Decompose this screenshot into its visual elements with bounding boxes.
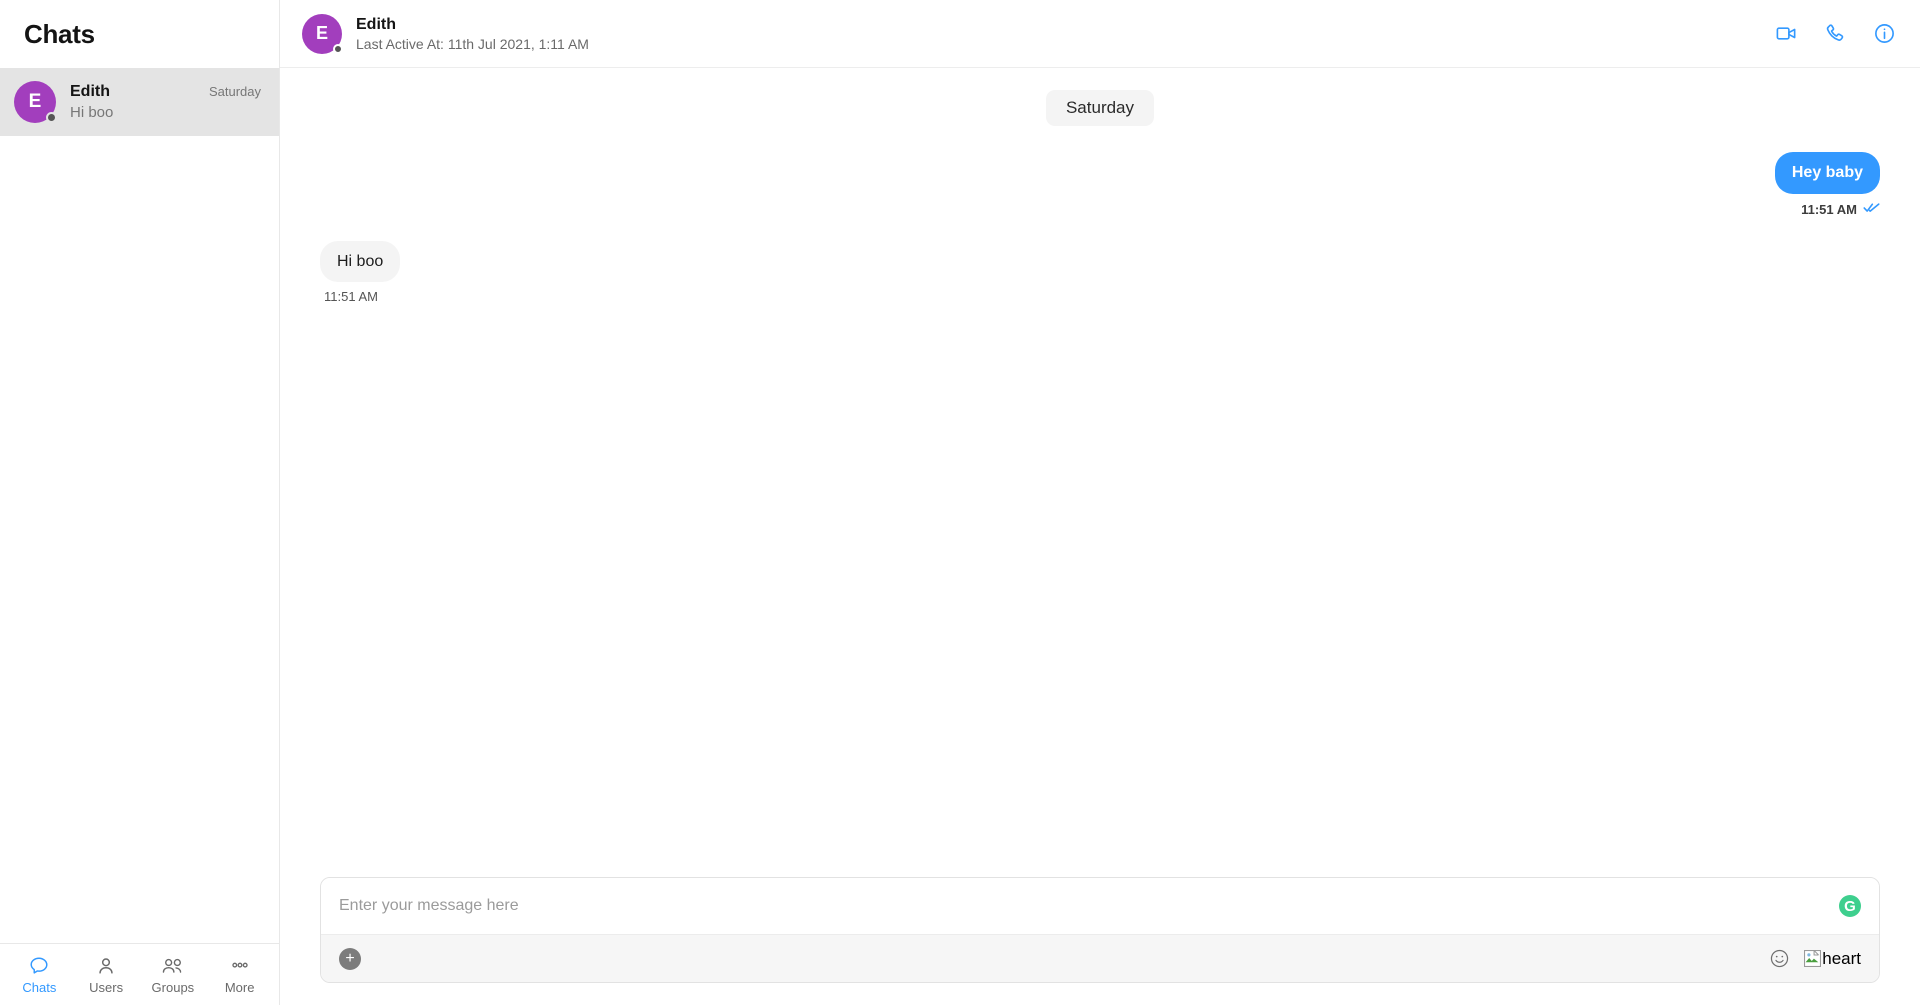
nav-item-users[interactable]: Users xyxy=(76,955,136,995)
chat-timestamp: Saturday xyxy=(208,84,261,99)
header-avatar: E xyxy=(302,13,343,54)
conversation-pane: E Edith Last Active At: 11th Jul 2021, 1… xyxy=(280,0,1920,1005)
chat-application: Chats E Edith Saturday Hi boo Chats User… xyxy=(0,0,1920,1005)
message-row-outgoing: Hey baby 11:51 AM xyxy=(320,152,1880,219)
nav-label-groups: Groups xyxy=(151,979,195,995)
nav-item-groups[interactable]: Groups xyxy=(143,955,203,995)
chat-list-item-top: Edith Saturday xyxy=(70,83,261,101)
video-call-icon[interactable] xyxy=(1775,22,1798,45)
users-group-icon xyxy=(160,955,186,977)
broken-image-icon xyxy=(1804,950,1822,967)
message-timestamp: 11:51 AM xyxy=(324,289,378,305)
smiley-icon[interactable] xyxy=(1769,948,1790,969)
date-separator-label: Saturday xyxy=(1045,90,1155,126)
phone-call-icon[interactable] xyxy=(1824,22,1847,45)
message-timestamp: 11:51 AM xyxy=(1801,202,1857,218)
chat-list[interactable]: E Edith Saturday Hi boo xyxy=(0,68,279,943)
composer-toolbar-left: + xyxy=(339,947,361,970)
composer-toolbar: + heart xyxy=(321,934,1879,982)
status-dot-offline xyxy=(46,112,57,123)
grammarly-icon[interactable]: G xyxy=(1839,895,1861,917)
chat-last-message-preview: Hi boo xyxy=(70,104,114,121)
message-bubble[interactable]: Hey baby xyxy=(1774,152,1880,194)
page-title: Chats xyxy=(24,18,95,49)
header-last-active: Last Active At: 11th Jul 2021, 1:11 AM xyxy=(356,35,589,52)
nav-label-more: More xyxy=(224,979,255,995)
sidebar: Chats E Edith Saturday Hi boo Chats User… xyxy=(0,0,280,1005)
message-meta: 11:51 AM xyxy=(1801,201,1880,219)
composer: G + xyxy=(280,877,1920,1005)
composer-input-row: G xyxy=(321,878,1879,934)
user-icon xyxy=(95,955,117,977)
message-bubble[interactable]: Hi boo xyxy=(320,240,401,283)
nav-label-chats: Chats xyxy=(22,979,57,995)
read-receipt-double-check-icon xyxy=(1863,201,1880,219)
chat-contact-name: Edith xyxy=(70,83,110,100)
message-input[interactable] xyxy=(339,897,1839,915)
composer-box: G + xyxy=(320,877,1880,983)
header-actions xyxy=(1775,22,1896,45)
nav-label-users: Users xyxy=(89,979,124,995)
sticker-broken-image[interactable]: heart xyxy=(1804,949,1861,969)
message-meta: 11:51 AM xyxy=(320,289,378,304)
info-icon[interactable] xyxy=(1873,22,1896,45)
chat-list-item-edith[interactable]: E Edith Saturday Hi boo xyxy=(0,68,279,136)
chat-bubble-icon xyxy=(28,955,50,977)
ellipsis-icon xyxy=(227,955,253,977)
avatar: E xyxy=(14,81,57,123)
nav-item-chats[interactable]: Chats xyxy=(9,955,69,995)
chat-list-item-content: Edith Saturday Hi boo xyxy=(70,83,261,121)
conversation-header: E Edith Last Active At: 11th Jul 2021, 1… xyxy=(280,0,1920,68)
nav-item-more[interactable]: More xyxy=(210,955,270,995)
attach-plus-button[interactable]: + xyxy=(339,947,361,970)
header-status-dot-offline xyxy=(333,43,343,54)
sticker-alt-text: heart xyxy=(1822,948,1861,968)
header-contact-name: Edith xyxy=(356,15,396,33)
sidebar-header: Chats xyxy=(0,0,279,68)
date-separator: Saturday xyxy=(320,90,1880,126)
message-row-incoming: Hi boo 11:51 AM xyxy=(320,240,1880,304)
bottom-navigation: Chats Users Groups More xyxy=(0,943,279,1005)
header-text: Edith Last Active At: 11th Jul 2021, 1:1… xyxy=(356,16,1761,52)
composer-toolbar-right: heart xyxy=(1769,948,1861,969)
message-list: Saturday Hey baby 11:51 AM Hi boo 11:51 … xyxy=(280,68,1920,877)
